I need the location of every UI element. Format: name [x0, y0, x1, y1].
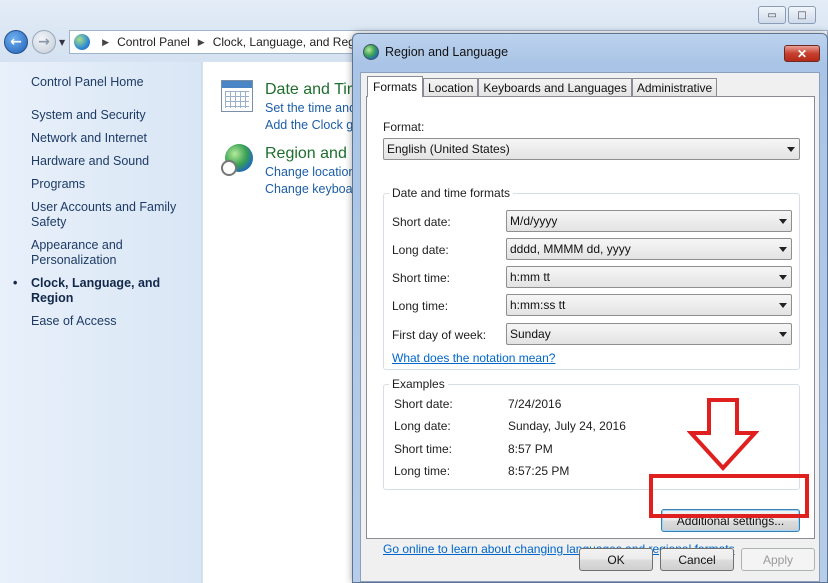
format-dropdown[interactable]: English (United States) — [383, 138, 800, 160]
dialog-close-button[interactable]: ✕ — [784, 45, 820, 62]
example-long-time-value: 8:57:25 PM — [508, 464, 570, 478]
chevron-down-icon — [779, 247, 787, 252]
breadcrumb-separator-icon[interactable]: ▶ — [102, 37, 109, 48]
first-day-dropdown[interactable]: Sunday — [506, 323, 792, 345]
chevron-down-icon — [779, 332, 787, 337]
back-arrow-icon: ← — [10, 34, 22, 50]
long-time-value: h:mm:ss tt — [510, 298, 566, 312]
chevron-down-icon — [779, 275, 787, 280]
example-short-time-label: Short time: — [394, 442, 453, 456]
change-location-link[interactable]: Change location — [265, 164, 364, 181]
globe-icon — [363, 44, 379, 60]
forward-button[interactable]: → — [32, 30, 56, 54]
tab-formats[interactable]: Formats — [367, 76, 424, 97]
sidebar-item-network-internet[interactable]: Network and Internet — [31, 131, 196, 146]
recent-pages-dropdown-icon[interactable]: ▼ — [59, 38, 65, 47]
sidebar-item-system-security[interactable]: System and Security — [31, 108, 196, 123]
category-title-region-language[interactable]: Region and L — [265, 144, 364, 164]
examples-title: Examples — [389, 377, 448, 391]
ok-button[interactable]: OK — [579, 548, 653, 571]
category-region-language: Region and L Change location Change keyb… — [221, 144, 364, 198]
example-long-time-label: Long time: — [394, 464, 451, 478]
sidebar-list: System and Security Network and Internet… — [13, 108, 196, 337]
tab-location[interactable]: Location — [423, 78, 479, 97]
formats-panel: Format: English (United States) Date and… — [366, 96, 815, 556]
first-day-value: Sunday — [510, 327, 551, 341]
example-short-date-value: 7/24/2016 — [508, 397, 562, 411]
tab-strip: Formats Location Keyboards and Languages… — [367, 76, 718, 97]
add-clock-gadget-link[interactable]: Add the Clock ga — [265, 117, 360, 134]
chevron-down-icon — [779, 219, 787, 224]
category-date-time: Date and Tim Set the time and Add the Cl… — [221, 80, 360, 134]
set-time-link[interactable]: Set the time and — [265, 100, 360, 117]
short-time-dropdown[interactable]: h:mm tt — [506, 266, 792, 288]
example-short-time-value: 8:57 PM — [508, 442, 553, 456]
long-date-dropdown[interactable]: dddd, MMMM dd, yyyy — [506, 238, 792, 260]
example-long-date-label: Long date: — [394, 419, 451, 433]
breadcrumb-clock-language-region[interactable]: Clock, Language, and Region — [213, 35, 371, 49]
sidebar-home-link[interactable]: Control Panel Home — [31, 75, 144, 89]
chevron-down-icon — [779, 303, 787, 308]
example-long-date-value: Sunday, July 24, 2016 — [508, 419, 626, 433]
forward-arrow-icon: → — [38, 34, 50, 50]
dialog-title-bar: Region and Language — [363, 44, 508, 60]
example-short-date-label: Short date: — [394, 397, 453, 411]
short-date-value: M/d/yyyy — [510, 214, 558, 228]
sidebar-item-clock-language-region: Clock, Language, and Region — [13, 276, 196, 306]
control-panel-icon — [74, 34, 91, 50]
calendar-icon[interactable] — [221, 80, 253, 112]
breadcrumb-control-panel[interactable]: Control Panel — [117, 35, 190, 49]
minimize-button[interactable]: ▭ — [758, 6, 786, 24]
short-time-value: h:mm tt — [510, 270, 551, 284]
long-date-value: dddd, MMMM dd, yyyy — [510, 242, 631, 256]
maximize-button[interactable]: □ — [788, 6, 816, 24]
breadcrumb-separator-icon[interactable]: ▶ — [198, 37, 205, 48]
format-value: English (United States) — [387, 142, 510, 156]
first-day-label: First day of week: — [392, 328, 487, 342]
format-label: Format: — [383, 120, 425, 134]
globe-clock-icon[interactable] — [221, 144, 253, 176]
annotation-down-arrow-icon — [687, 398, 759, 471]
close-icon: ✕ — [796, 46, 808, 61]
change-keyboard-link[interactable]: Change keyboard — [265, 181, 364, 198]
cancel-button[interactable]: Cancel — [660, 548, 734, 571]
dialog-title: Region and Language — [385, 45, 509, 59]
sidebar: Control Panel Home System and Security N… — [0, 62, 202, 583]
sidebar-item-appearance[interactable]: Appearance and Personalization — [31, 238, 196, 268]
short-date-label: Short date: — [392, 215, 451, 229]
sidebar-item-ease-of-access[interactable]: Ease of Access — [31, 314, 196, 329]
date-time-formats-title: Date and time formats — [389, 186, 514, 200]
window-controls: ▭ □ — [758, 6, 816, 24]
sidebar-item-hardware-sound[interactable]: Hardware and Sound — [31, 154, 196, 169]
tab-administrative[interactable]: Administrative — [631, 78, 718, 97]
apply-button[interactable]: Apply — [741, 548, 815, 571]
short-date-dropdown[interactable]: M/d/yyyy — [506, 210, 792, 232]
notation-help-link[interactable]: What does the notation mean? — [392, 351, 555, 365]
long-time-dropdown[interactable]: h:mm:ss tt — [506, 294, 792, 316]
back-button[interactable]: ← — [4, 30, 28, 54]
chevron-down-icon — [787, 147, 795, 152]
long-time-label: Long time: — [392, 299, 449, 313]
sidebar-item-user-accounts[interactable]: User Accounts and Family Safety — [31, 200, 196, 230]
tab-keyboards-languages[interactable]: Keyboards and Languages — [478, 78, 632, 97]
short-time-label: Short time: — [392, 271, 451, 285]
date-time-formats-group: Date and time formats Short date: M/d/yy… — [383, 186, 800, 370]
category-title-date-time[interactable]: Date and Tim — [265, 80, 360, 100]
sidebar-item-programs[interactable]: Programs — [31, 177, 196, 192]
annotation-highlight-box — [649, 474, 809, 518]
long-date-label: Long date: — [392, 243, 449, 257]
